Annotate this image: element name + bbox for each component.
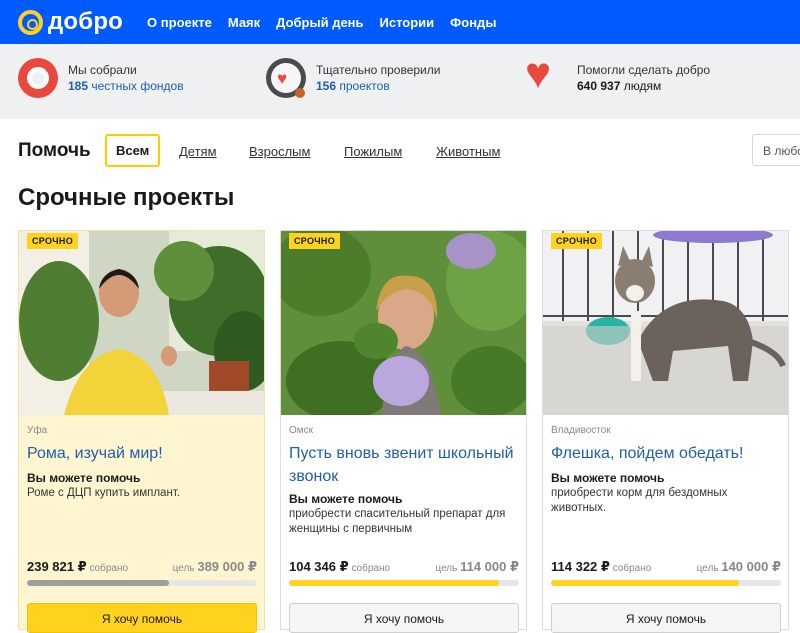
funding-progress-bar [27,580,257,586]
project-photo[interactable]: СРОЧНО [543,231,788,415]
urgent-badge: СРОЧНО [289,233,341,249]
project-city: Омск [289,425,314,436]
filter-all[interactable]: Всем [105,134,161,167]
filter-title: Помочь [18,140,91,161]
stat-unit: честных фондов [91,79,184,93]
stat-label: Мы собрали [68,63,137,77]
progress-fill [551,580,739,586]
project-city: Уфа [27,425,48,436]
funding-progress-bar [289,580,519,586]
stat-value: 640 937 людям [577,78,710,94]
stat-number: 156 [316,79,337,93]
goal-amount: 389 000 ₽ [197,559,257,574]
help-button[interactable]: Я хочу помочь [27,603,257,633]
help-button[interactable]: Я хочу помочь [551,603,781,633]
collected-amount: 104 346 ₽ [289,559,349,574]
stat-funds: Мы собрали 185 честных фондов [18,58,184,98]
project-card[interactable]: СРОЧНО Омск Пусть вновь звенит школьный … [280,230,527,633]
region-select[interactable]: В любо [752,134,800,166]
heart-icon: ♥ [525,49,552,98]
goal-prefix: цель [435,563,458,574]
urgent-badge: СРОЧНО [27,233,79,249]
project-card[interactable]: СРОЧНО Владивосток Флешка, пойдем обедат… [542,230,789,633]
nav-item-good-day[interactable]: Добрый день [276,15,363,30]
stat-unit: людям [623,79,662,93]
goal-prefix: цель [172,563,195,574]
urgent-badge: СРОЧНО [551,233,603,249]
collected-suffix: собрано [89,563,129,574]
collected-amount: 239 821 ₽ [27,559,87,574]
goal-amount: 114 000 ₽ [460,559,519,574]
nav-item-funds[interactable]: Фонды [450,15,496,30]
stat-value-link[interactable]: 185 честных фондов [68,78,184,94]
main-nav: О проекте Маяк Добрый день Истории Фонды [147,15,512,30]
stat-number: 185 [68,79,89,93]
collected-amount: 114 322 ₽ [551,559,610,574]
at-logo-icon [18,9,43,35]
help-description: приобрести спасительный препарат для жен… [289,508,506,535]
help-description: приобрести корм для бездомных животных. [551,487,728,514]
stat-label: Помогли сделать добро [577,63,711,77]
nav-item-stories[interactable]: Истории [380,15,435,30]
stat-projects: ♥ Тщательно проверили 156 проектов [266,58,440,98]
help-label: Вы можете помочь [289,492,403,506]
nav-item-mayak[interactable]: Маяк [228,15,260,30]
filter-adults[interactable]: Взрослым [249,144,310,159]
magnifier-heart-icon: ♥ [266,58,306,98]
nav-item-about[interactable]: О проекте [147,15,212,30]
help-filter-row: Помочь Всем Детям Взрослым Пожилым Живот… [18,134,800,168]
filter-children[interactable]: Детям [179,144,217,159]
progress-fill [289,580,500,586]
progress-fill [27,580,169,586]
stat-number: 640 937 [577,79,621,93]
logo-text: добро [48,8,124,35]
top-navigation-bar: добро О проекте Маяк Добрый день Истории… [0,0,800,44]
collected-suffix: собрано [612,563,652,574]
project-card[interactable]: СРОЧНО Уфа Рома, изучай мир! Вы можете п… [18,230,265,633]
project-photo[interactable]: СРОЧНО [19,231,264,415]
filter-animals[interactable]: Животным [436,144,500,159]
filter-elderly[interactable]: Пожилым [344,144,402,159]
goal-amount: 140 000 ₽ [721,559,781,574]
project-photo[interactable]: СРОЧНО [281,231,526,415]
stats-strip: Мы собрали 185 честных фондов ♥ Тщательн… [0,44,800,119]
project-title[interactable]: Пусть вновь звенит школьный звонок [289,442,521,488]
help-label: Вы можете помочь [551,471,665,485]
collected-suffix: собрано [351,563,391,574]
project-title[interactable]: Флешка, пойдем обедать! [551,442,783,465]
stat-label: Тщательно проверили [316,63,441,77]
section-title: Срочные проекты [18,184,235,211]
site-logo[interactable]: добро [18,8,123,36]
stat-unit: проектов [339,79,390,93]
project-city: Владивосток [551,425,611,436]
goal-prefix: цель [696,563,719,574]
help-label: Вы можете помочь [27,471,141,485]
lifebuoy-icon [18,58,58,98]
funding-progress-bar [551,580,781,586]
funding-amounts: 104 346 ₽ собрано цель 114 000 ₽ [289,559,519,575]
stat-value-link[interactable]: 156 проектов [316,78,440,94]
stat-people: ♥ Помогли сделать добро 640 937 людям [525,49,711,98]
help-button[interactable]: Я хочу помочь [289,603,519,633]
funding-amounts: 114 322 ₽ собрано цель 140 000 ₽ [551,559,781,575]
help-description: Роме с ДЦП купить имплант. [27,487,180,499]
funding-amounts: 239 821 ₽ собрано цель 389 000 ₽ [27,559,257,575]
project-title[interactable]: Рома, изучай мир! [27,442,259,465]
